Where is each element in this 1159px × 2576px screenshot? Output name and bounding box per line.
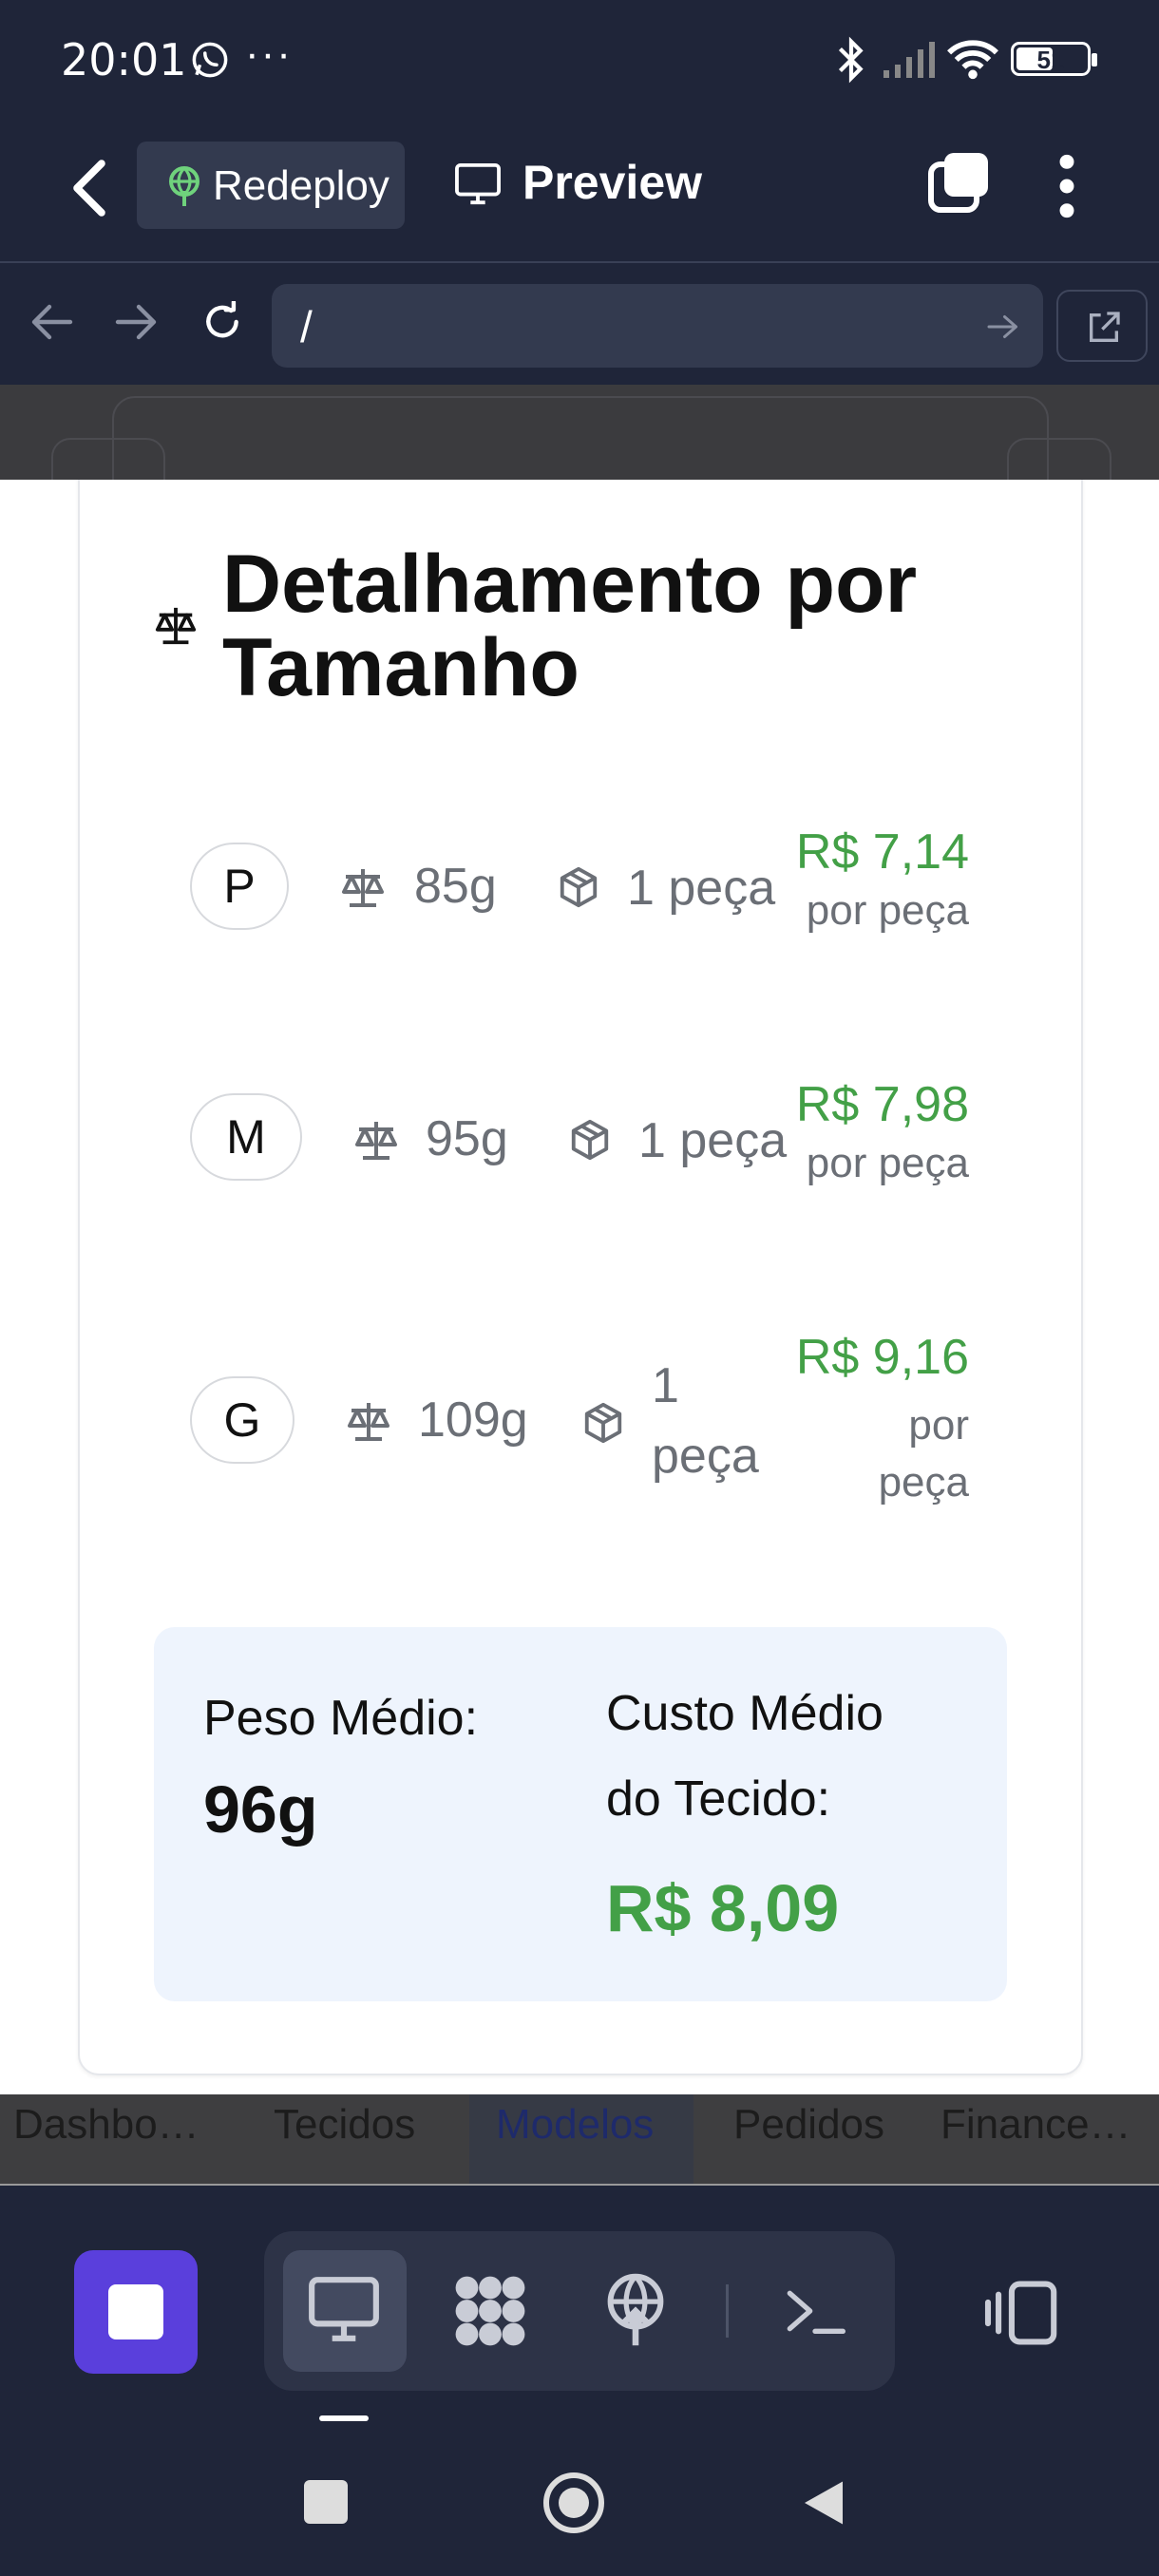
price-value: R$ 7,98 (795, 1077, 969, 1132)
reload-icon[interactable] (200, 301, 245, 343)
status-time: 20:01 (61, 34, 187, 85)
terminal-icon[interactable] (785, 2282, 846, 2339)
weight-value: 85g (414, 859, 497, 914)
signal-icon (884, 42, 935, 78)
status-more-icon: ··· (245, 30, 293, 77)
battery-icon: 51 (1011, 42, 1097, 76)
avg-weight-label: Peso Médio: (203, 1691, 479, 1746)
web-tab-bar: Dashbo… Tecidos Modelos Pedidos Finance… (0, 2094, 1159, 2184)
url-input[interactable]: / (272, 284, 1043, 368)
avg-cost-value: R$ 8,09 (606, 1871, 840, 1945)
per-piece-label-line2: peça (878, 1459, 969, 1506)
deploy-globe-icon (169, 166, 200, 206)
box-icon (571, 1119, 609, 1161)
per-piece-label-line1: por (908, 1402, 969, 1449)
box-icon (584, 1402, 622, 1444)
back-arrow-icon[interactable] (65, 159, 114, 218)
stop-button[interactable] (74, 2250, 198, 2374)
pieces-value-line2: peça (652, 1429, 759, 1484)
url-path: / (300, 302, 313, 351)
external-link-icon (1090, 312, 1120, 342)
scale-icon (155, 607, 197, 645)
tool-separator (726, 2284, 729, 2338)
app-header: Redeploy Preview (0, 119, 1159, 261)
monitor-icon[interactable] (454, 162, 502, 206)
preview-overlay-strip (0, 385, 1159, 480)
tab-tecidos[interactable]: Tecidos (274, 2094, 415, 2184)
box-icon (560, 866, 598, 908)
whatsapp-icon (192, 42, 228, 78)
tab-modelos[interactable]: Modelos (469, 2094, 694, 2184)
go-arrow-icon[interactable] (986, 313, 1020, 341)
nav-back-icon[interactable] (28, 301, 74, 343)
tab-financeiro[interactable]: Finance… (940, 2094, 1131, 2184)
status-bar: 20:01 ··· 51 (0, 0, 1159, 119)
scale-icon (355, 1122, 397, 1160)
size-badge: G (190, 1376, 294, 1464)
scale-icon (348, 1403, 390, 1441)
battery-level: 51 (1036, 46, 1065, 74)
pieces-value: 1 peça (627, 861, 776, 916)
per-piece-label: por peça (806, 887, 969, 934)
size-badge: P (190, 843, 289, 930)
bottom-toolbar (0, 2186, 1159, 2404)
card-title: Detalhamento por Tamanho (222, 539, 918, 713)
url-toolbar: / (0, 263, 1159, 385)
pieces-value: 1 peça (638, 1113, 788, 1168)
price-value: R$ 7,14 (795, 824, 969, 880)
tab-pedidos[interactable]: Pedidos (733, 2094, 884, 2184)
tabs-icon[interactable] (927, 149, 992, 214)
scale-icon (342, 869, 384, 907)
tab-dashboard[interactable]: Dashbo… (13, 2094, 200, 2184)
home-icon[interactable] (543, 2472, 604, 2533)
tool-switcher (264, 2231, 895, 2391)
wifi-icon (947, 40, 998, 80)
bluetooth-icon (838, 36, 864, 84)
avg-weight-value: 96g (203, 1772, 318, 1847)
weight-value: 109g (418, 1392, 528, 1448)
redeploy-label: Redeploy (213, 162, 390, 209)
preview-content: Detalhamento por Tamanho P 85g 1 peça R$… (0, 480, 1159, 2094)
monitor-icon[interactable] (306, 2273, 382, 2345)
stop-icon (108, 2284, 163, 2339)
system-nav-bar (0, 2404, 1159, 2576)
size-badge: M (190, 1093, 302, 1181)
redeploy-button[interactable]: Redeploy (137, 142, 405, 229)
summary-box: Peso Médio: 96g Custo Médio do Tecido: R… (154, 1627, 1007, 2001)
more-options-icon[interactable] (1053, 153, 1081, 219)
nav-forward-icon[interactable] (114, 301, 160, 343)
deploy-icon[interactable] (604, 2273, 667, 2349)
per-piece-label: por peça (806, 1140, 969, 1186)
side-panel-icon[interactable] (984, 2279, 1060, 2347)
recents-icon[interactable] (304, 2480, 348, 2524)
preview-title[interactable]: Preview (522, 155, 702, 210)
system-back-icon[interactable] (800, 2476, 847, 2529)
pieces-value-line1: 1 (652, 1358, 679, 1413)
apps-grid-icon[interactable] (450, 2271, 530, 2351)
avg-cost-label: Custo Médio do Tecido: (606, 1686, 884, 1827)
gesture-handle (319, 2415, 369, 2421)
open-external-button[interactable] (1056, 290, 1148, 362)
weight-value: 95g (426, 1111, 508, 1166)
price-value: R$ 9,16 (795, 1330, 969, 1385)
